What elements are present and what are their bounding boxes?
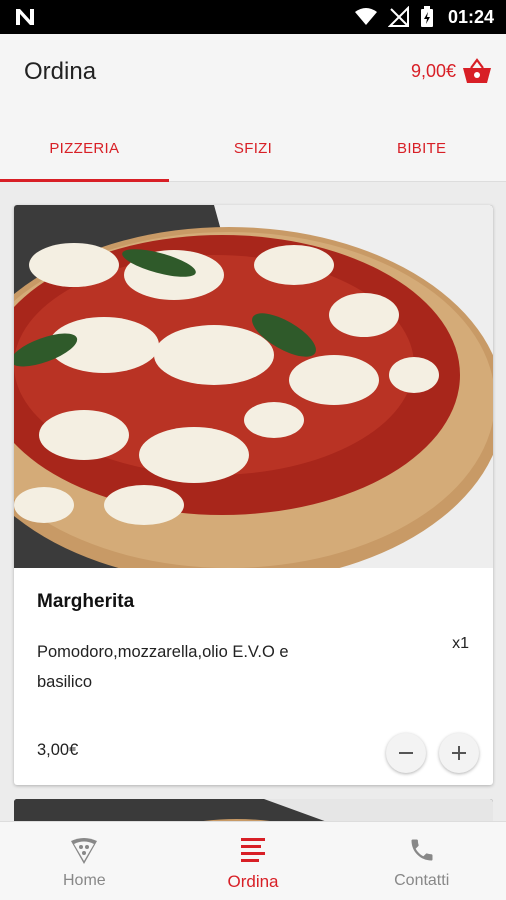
product-name: Margherita [37,591,135,612]
cart-button[interactable]: 9,00€ [411,58,492,84]
product-card: Margherita Pomodoro,mozzarella,olio E.V.… [14,205,493,785]
notification-n-icon [16,9,34,25]
nav-contatti[interactable]: Contatti [337,822,506,900]
decrease-quantity-button[interactable] [386,733,426,773]
next-pizza-photo [14,799,493,821]
cart-total: 9,00€ [410,60,456,81]
product-price: 3,00€ [37,741,79,759]
product-quantity: x1 [452,635,469,652]
battery-charging-icon [420,6,433,27]
product-description: Pomodoro,mozzarella,olio E.V.O e basilic… [37,643,289,691]
page-title: Ordina [24,58,97,85]
increase-quantity-button[interactable] [439,733,479,773]
app-bar: Ordina 9,00€ [0,34,506,116]
status-bar: 01:24 [0,0,506,34]
nav-contatti-label: Contatti [394,872,450,889]
bottom-navigation: Home Ordina Contatti [0,821,506,900]
status-time: 01:24 [447,6,494,27]
product-list[interactable]: Margherita Pomodoro,mozzarella,olio E.V.… [0,183,506,821]
menu-list-icon [241,838,265,862]
nav-home[interactable]: Home [0,822,169,900]
no-signal-icon [387,6,409,27]
basket-icon [463,58,491,83]
category-tabs: PIZZERIA SFIZI BIBITE [0,116,506,182]
nav-ordina-label: Ordina [227,872,279,891]
minus-icon [399,752,413,754]
wifi-icon [354,8,377,25]
pizza-icon [71,838,98,864]
tab-bibite[interactable]: BIBITE [337,116,506,181]
tab-sfizi[interactable]: SFIZI [169,116,338,181]
phone-icon [411,839,433,861]
tab-pizzeria[interactable]: PIZZERIA [0,116,169,182]
nav-ordina[interactable]: Ordina [169,822,338,900]
product-card-next[interactable] [14,799,493,821]
nav-home-label: Home [62,872,106,889]
plus-icon [452,746,466,760]
pizza-photo [14,205,493,568]
